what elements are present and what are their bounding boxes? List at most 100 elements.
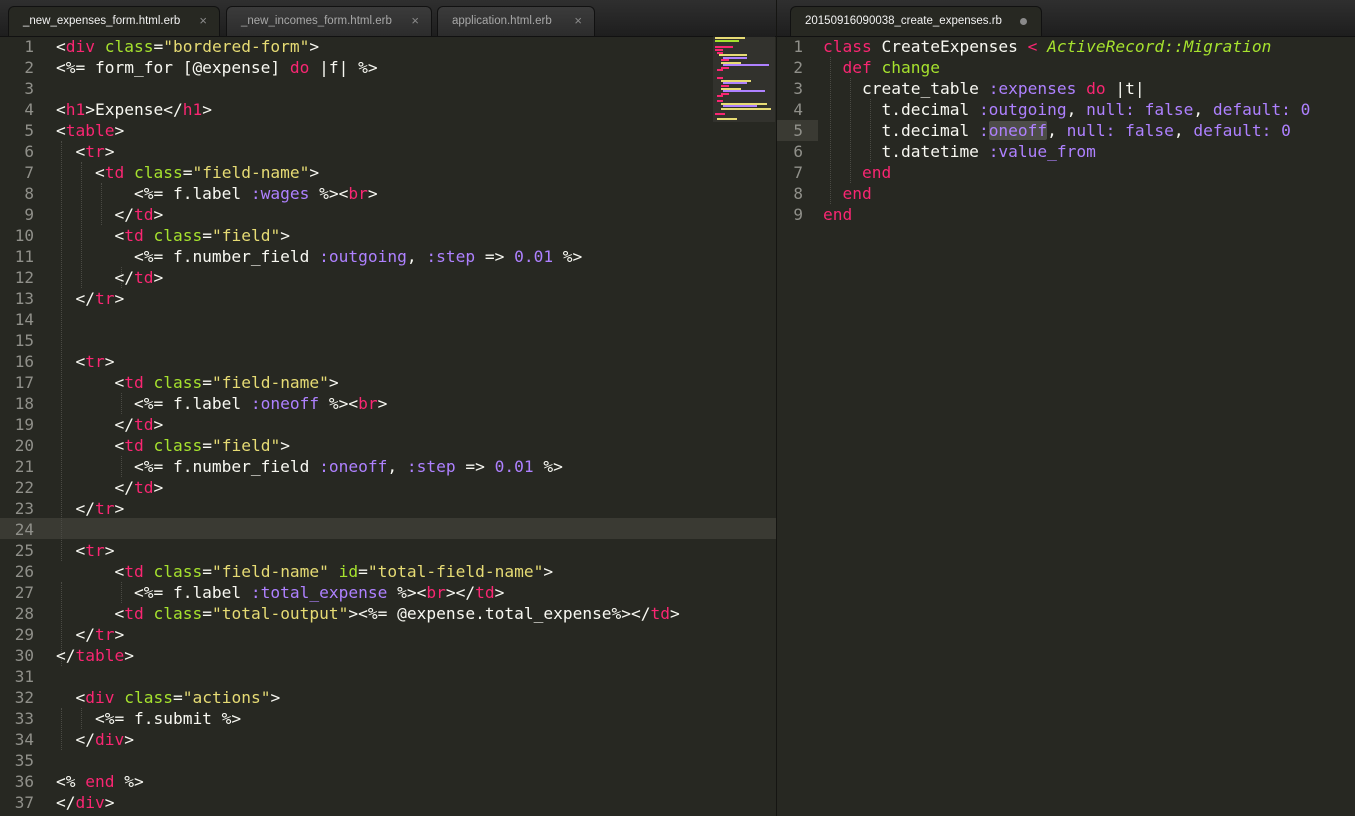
code-token: = — [172, 688, 183, 707]
code-line[interactable]: </div> — [56, 729, 680, 750]
code-line[interactable]: <%= f.submit %> — [56, 708, 680, 729]
code-line[interactable]: <table> — [56, 120, 680, 141]
code-line[interactable] — [56, 309, 680, 330]
code-line[interactable]: <td class="field"> — [56, 435, 680, 456]
code-line[interactable]: </td> — [56, 477, 680, 498]
code-line[interactable] — [56, 78, 680, 99]
code-token: class — [133, 163, 183, 182]
code-line[interactable]: <%= f.label :oneoff %><br> — [56, 393, 680, 414]
code-token: :wages — [250, 184, 310, 203]
code-token: "field-name" — [211, 562, 329, 581]
line-number: 29 — [14, 625, 34, 644]
code-token: < — [56, 352, 86, 371]
code-line[interactable]: <td class="field-name" id="total-field-n… — [56, 561, 680, 582]
code-line[interactable]: <tr> — [56, 141, 680, 162]
code-line[interactable]: <tr> — [56, 351, 680, 372]
code-token: = — [202, 562, 212, 581]
code-line[interactable]: <td class="total-output"><%= @expense.to… — [56, 603, 679, 624]
code-line[interactable]: </td> — [56, 414, 680, 435]
code-token: > — [114, 121, 125, 140]
code-token: > — [280, 226, 290, 245]
code-line[interactable]: <div class="actions"> — [56, 687, 680, 708]
code-token: class — [153, 373, 203, 392]
code-token: = — [202, 373, 212, 392]
code-editor-left[interactable]: 1 2 3 4 5 6 7 8 9 10 11 12 13 14 15 16 17 18 19 20 21 22 23 24 2… — [0, 36, 776, 816]
code-line[interactable]: </tr> — [56, 498, 680, 519]
code-line[interactable]: </div> — [56, 792, 680, 813]
code-token: td — [133, 415, 154, 434]
code-line[interactable]: <div class="bordered-form"> — [56, 36, 680, 57]
code-line[interactable]: <%= form_for [@expense] do |f| %> — [56, 57, 680, 78]
code-line[interactable]: class CreateExpenses < ActiveRecord::Mig… — [823, 36, 1310, 57]
code-line[interactable]: </td> — [56, 204, 680, 225]
line-number: 5 — [24, 121, 34, 140]
close-icon[interactable]: × — [411, 7, 419, 35]
code-line[interactable] — [56, 519, 680, 540]
line-number: 3 — [793, 79, 803, 98]
line-number: 31 — [14, 667, 34, 686]
code-token: :expenses — [988, 79, 1077, 98]
code-line[interactable] — [56, 330, 680, 351]
code-line[interactable]: t.decimal :outgoing, null: false, defaul… — [823, 99, 1310, 120]
tab-create-expenses-migration[interactable]: 20150916090038_create_expenses.rb — [790, 6, 1042, 36]
code-line[interactable]: <tr> — [56, 540, 680, 561]
tab-new-expenses-form[interactable]: _new_expenses_form.html.erb × — [8, 6, 220, 36]
code-token: > — [153, 268, 164, 287]
code-line[interactable]: </td> — [56, 267, 680, 288]
tab-label: application.html.erb — [452, 15, 552, 27]
code-line[interactable]: end — [823, 183, 1310, 204]
code-line[interactable]: </tr> — [56, 624, 680, 645]
code-token: < — [56, 100, 66, 119]
close-icon[interactable]: × — [199, 7, 207, 35]
line-number: 23 — [14, 499, 34, 518]
code-token: "field-name" — [211, 373, 329, 392]
unsaved-dot-icon[interactable] — [1020, 18, 1027, 25]
close-icon[interactable]: × — [574, 7, 582, 35]
line-number: 28 — [14, 604, 34, 623]
code-token: >Expense</ — [85, 100, 183, 119]
code-token: "actions" — [182, 688, 271, 707]
code-token: default: — [1193, 121, 1272, 140]
code-line[interactable]: create_table :expenses do |t| — [823, 78, 1310, 99]
code-line[interactable]: end — [823, 162, 1310, 183]
code-line[interactable]: <td class="field-name"> — [56, 162, 680, 183]
line-number: 8 — [24, 184, 34, 203]
code-line[interactable]: </table> — [56, 645, 680, 666]
code-line[interactable]: <td class="field-name"> — [56, 372, 680, 393]
right-tab-bar: 20150916090038_create_expenses.rb — [777, 0, 1355, 37]
tab-new-incomes-form[interactable]: _new_incomes_form.html.erb × — [226, 6, 432, 36]
code-token: ></ — [445, 583, 476, 602]
code-line[interactable] — [56, 750, 680, 771]
code-token: div — [85, 688, 115, 707]
code-line[interactable]: def change — [823, 57, 1310, 78]
code-token: class — [823, 37, 872, 56]
code-line[interactable]: </tr> — [56, 288, 680, 309]
code-line[interactable]: <td class="field"> — [56, 225, 680, 246]
code-line[interactable]: <h1>Expense</h1> — [56, 99, 680, 120]
line-number: 7 — [24, 163, 34, 182]
line-number: 22 — [14, 478, 34, 497]
code-token: :oneoff — [319, 457, 388, 476]
code-token: = — [202, 436, 212, 455]
code-token: td — [124, 562, 144, 581]
code-line[interactable]: <%= f.label :total_expense %><br></td> — [56, 582, 680, 603]
code-line[interactable]: <%= f.number_field :oneoff, :step => 0.0… — [56, 456, 680, 477]
code-line[interactable]: <%= f.number_field :outgoing, :step => 0… — [56, 246, 680, 267]
code-token: => — [475, 247, 515, 266]
line-number: 25 — [14, 541, 34, 560]
code-token: :outgoing — [978, 100, 1067, 119]
minimap[interactable] — [713, 36, 775, 122]
code-line[interactable]: <%= f.label :wages %><br> — [56, 183, 680, 204]
code-token: br — [348, 184, 368, 203]
tab-application-layout[interactable]: application.html.erb × — [437, 6, 595, 36]
code-line[interactable]: <% end %> — [56, 771, 680, 792]
code-line[interactable]: t.datetime :value_from — [823, 141, 1310, 162]
code-editor-right[interactable]: 1 2 3 4 5 6 7 8 9 class CreateExpenses < ActiveR… — [777, 36, 1355, 816]
code-line[interactable]: end — [823, 204, 1310, 225]
code-line[interactable]: t.decimal :oneoff, null: false, default:… — [823, 120, 1310, 141]
code-line[interactable] — [56, 666, 680, 687]
